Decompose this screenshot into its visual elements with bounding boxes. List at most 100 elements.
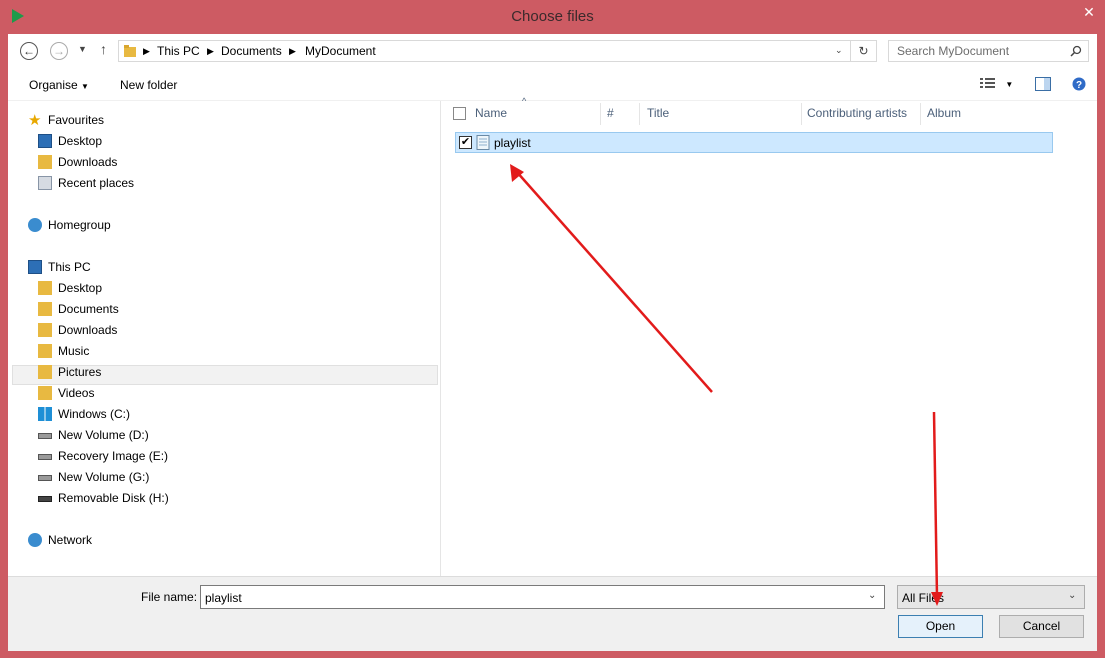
- nav-favourites[interactable]: ★ Favourites: [28, 110, 104, 130]
- recent-places-icon: [38, 176, 52, 190]
- up-button[interactable]: ↑: [100, 41, 107, 57]
- address-dropdown[interactable]: ⌄: [835, 45, 843, 56]
- nav-pc-pictures[interactable]: Pictures: [38, 362, 101, 382]
- nav-pc-drive-e[interactable]: Recovery Image (E:): [38, 446, 168, 466]
- column-divider[interactable]: [801, 103, 802, 125]
- column-title[interactable]: Title: [647, 101, 669, 125]
- back-button[interactable]: ←: [20, 42, 38, 60]
- folder-icon: [38, 281, 52, 295]
- windows-drive-icon: [38, 407, 52, 421]
- chevron-down-icon: ⌄: [868, 590, 877, 601]
- new-folder-button[interactable]: New folder: [120, 78, 177, 92]
- search-input[interactable]: Search MyDocument: [897, 44, 1009, 58]
- select-all-checkbox[interactable]: [453, 107, 466, 120]
- recent-locations-button[interactable]: ▼: [78, 44, 87, 54]
- organise-label: Organise: [29, 78, 78, 92]
- nav-pc-documents-label: Documents: [58, 302, 119, 316]
- breadcrumb-documents[interactable]: Documents: [221, 44, 282, 58]
- arrow-left-icon: ←: [23, 44, 35, 58]
- nav-pc-drive-d-label: New Volume (D:): [58, 428, 149, 442]
- nav-fav-recent-label: Recent places: [58, 176, 135, 190]
- file-type-select[interactable]: All Files ⌄: [897, 585, 1085, 609]
- organise-button[interactable]: Organise ▼: [29, 78, 89, 92]
- address-bar[interactable]: ▶ This PC ▶ Documents ▶ MyDocument ⌄: [118, 40, 851, 62]
- nav-pc-drive-g[interactable]: New Volume (G:): [38, 467, 149, 487]
- nav-fav-desktop[interactable]: Desktop: [38, 131, 102, 151]
- folder-icon: [38, 323, 52, 337]
- drive-icon: [38, 475, 52, 481]
- help-button[interactable]: ?: [1072, 77, 1086, 91]
- nav-fav-downloads-label: Downloads: [58, 155, 118, 169]
- nav-pc-music[interactable]: Music: [38, 341, 89, 361]
- title-bar[interactable]: Choose files ✕: [0, 0, 1105, 34]
- nav-pc-drive-h-label: Removable Disk (H:): [58, 491, 169, 505]
- file-name-dropdown[interactable]: ⌄: [868, 590, 876, 601]
- nav-pc-videos-label: Videos: [58, 386, 95, 400]
- refresh-button[interactable]: ↻: [851, 40, 877, 62]
- close-icon: ✕: [1083, 4, 1095, 20]
- nav-pc-downloads-label: Downloads: [58, 323, 118, 337]
- downloads-folder-icon: [38, 155, 52, 169]
- breadcrumb-separator-icon: ▶: [289, 46, 296, 56]
- folder-icon: [124, 45, 136, 57]
- file-name-value: playlist: [205, 591, 242, 605]
- nav-fav-desktop-label: Desktop: [58, 134, 103, 148]
- drive-icon: [38, 433, 52, 439]
- file-name: playlist: [494, 136, 531, 150]
- column-album[interactable]: Album: [927, 101, 961, 125]
- folder-icon: [38, 302, 52, 316]
- nav-pc-downloads[interactable]: Downloads: [38, 320, 117, 340]
- nav-fav-downloads[interactable]: Downloads: [38, 152, 117, 172]
- column-divider[interactable]: [920, 103, 921, 125]
- view-options-button[interactable]: ▼: [980, 77, 1013, 92]
- open-button[interactable]: Open: [898, 615, 983, 638]
- pictures-folder-icon: [38, 365, 52, 379]
- nav-pc-videos[interactable]: Videos: [38, 383, 94, 403]
- nav-pc-drive-h[interactable]: Removable Disk (H:): [38, 488, 169, 508]
- removable-disk-icon: [38, 496, 52, 502]
- star-icon: ★: [28, 112, 42, 129]
- search-icon: [1070, 45, 1082, 57]
- nav-fav-recent[interactable]: Recent places: [38, 173, 134, 193]
- nav-this-pc[interactable]: This PC: [28, 257, 91, 277]
- column-divider[interactable]: [600, 103, 601, 125]
- nav-favourites-label: Favourites: [48, 113, 105, 127]
- column-contributing-artists[interactable]: Contributing artists: [807, 101, 907, 125]
- nav-pc-drive-c[interactable]: Windows (C:): [38, 404, 130, 424]
- breadcrumb-this-pc[interactable]: This PC: [157, 44, 200, 58]
- arrow-up-icon: ↑: [100, 41, 107, 57]
- chevron-down-icon: ▼: [78, 44, 87, 54]
- file-row-playlist[interactable]: ✔ playlist: [455, 132, 1053, 153]
- nav-network[interactable]: Network: [28, 530, 92, 550]
- column-name[interactable]: Name: [475, 101, 507, 125]
- forward-button[interactable]: →: [50, 42, 68, 60]
- music-folder-icon: [38, 344, 52, 358]
- nav-pc-desktop[interactable]: Desktop: [38, 278, 102, 298]
- arrow-right-icon: →: [53, 44, 65, 58]
- breadcrumb-mydocument[interactable]: MyDocument: [305, 44, 376, 58]
- file-type-value: All Files: [902, 591, 945, 605]
- details-view-icon: [980, 78, 995, 88]
- checkmark-icon: ✔: [460, 136, 471, 148]
- nav-homegroup[interactable]: Homegroup: [28, 215, 111, 235]
- file-checkbox[interactable]: ✔: [459, 136, 472, 149]
- search-box[interactable]: Search MyDocument: [888, 40, 1089, 62]
- sort-ascending-icon: ^: [522, 96, 527, 106]
- homegroup-icon: [28, 218, 42, 232]
- file-name-input[interactable]: playlist ⌄: [200, 585, 885, 609]
- chevron-down-icon: ⌄: [1068, 590, 1077, 601]
- column-divider[interactable]: [639, 103, 640, 125]
- videos-folder-icon: [38, 386, 52, 400]
- nav-pc-drive-d[interactable]: New Volume (D:): [38, 425, 149, 445]
- close-button[interactable]: ✕: [1075, 0, 1103, 24]
- preview-pane-button[interactable]: [1035, 77, 1051, 91]
- chevron-down-icon: ▼: [1005, 80, 1014, 89]
- nav-this-pc-label: This PC: [48, 260, 91, 274]
- nav-pc-pictures-label: Pictures: [58, 365, 102, 379]
- nav-pc-documents[interactable]: Documents: [38, 299, 119, 319]
- computer-icon: [28, 260, 42, 274]
- chevron-down-icon: ▼: [81, 82, 89, 91]
- column-number[interactable]: #: [607, 101, 614, 125]
- cancel-button[interactable]: Cancel: [999, 615, 1084, 638]
- navigation-pane: ★ Favourites Desktop Downloads Recent pla…: [8, 101, 441, 576]
